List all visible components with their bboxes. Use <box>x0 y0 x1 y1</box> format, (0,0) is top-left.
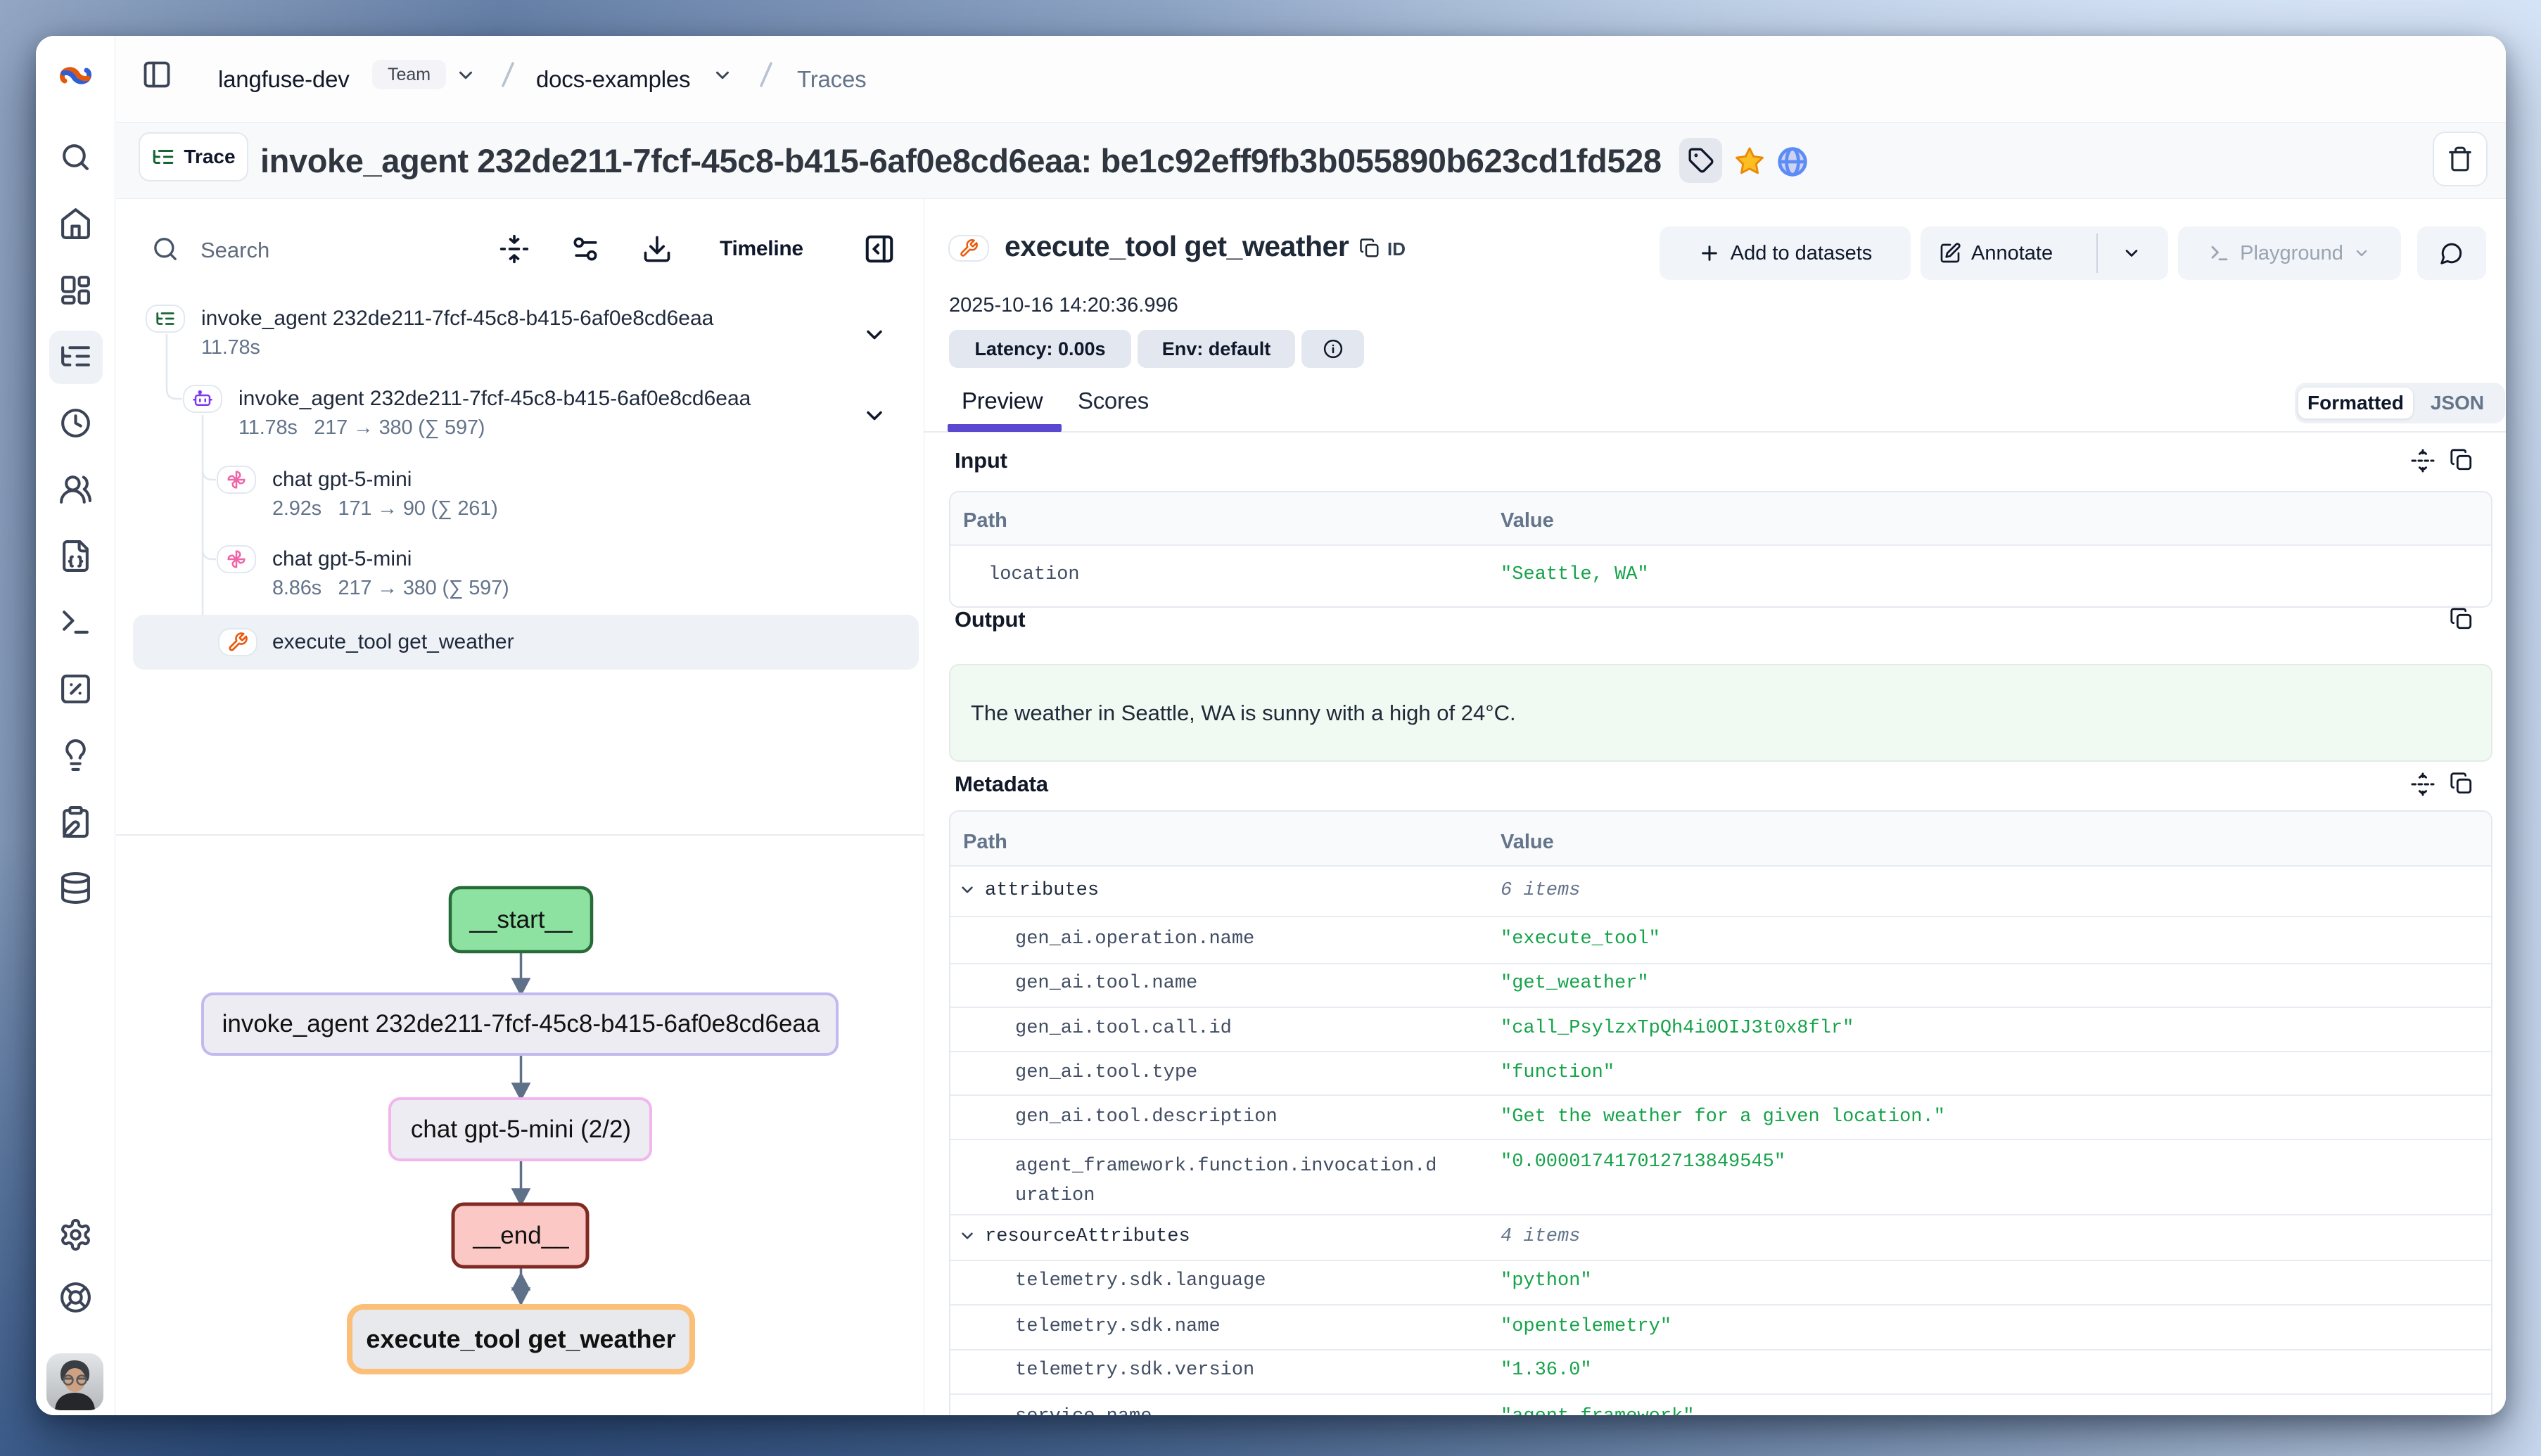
svg-text:invoke_agent 232de211-7fcf-45c: invoke_agent 232de211-7fcf-45c8-b415-6af… <box>222 1010 820 1037</box>
svg-text:__end__: __end__ <box>472 1222 569 1249</box>
svg-text:__start__: __start__ <box>469 906 573 933</box>
svg-text:chat gpt-5-mini (2/2): chat gpt-5-mini (2/2) <box>411 1116 631 1143</box>
svg-text:execute_tool get_weather: execute_tool get_weather <box>366 1324 675 1353</box>
